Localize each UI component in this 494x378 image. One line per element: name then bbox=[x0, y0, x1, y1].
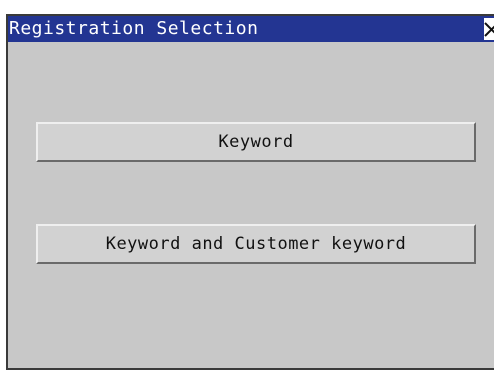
registration-selection-window: Registration Selection Keyword Keyword a… bbox=[6, 14, 494, 370]
close-button[interactable] bbox=[484, 18, 494, 40]
title-bar: Registration Selection bbox=[8, 16, 494, 42]
keyword-button-label: Keyword bbox=[218, 132, 294, 152]
close-icon bbox=[484, 22, 494, 37]
keyword-button[interactable]: Keyword bbox=[36, 122, 476, 162]
window-title: Registration Selection bbox=[9, 18, 259, 39]
keyword-and-customer-keyword-button-label: Keyword and Customer keyword bbox=[105, 234, 407, 254]
keyword-and-customer-keyword-button[interactable]: Keyword and Customer keyword bbox=[36, 224, 476, 264]
